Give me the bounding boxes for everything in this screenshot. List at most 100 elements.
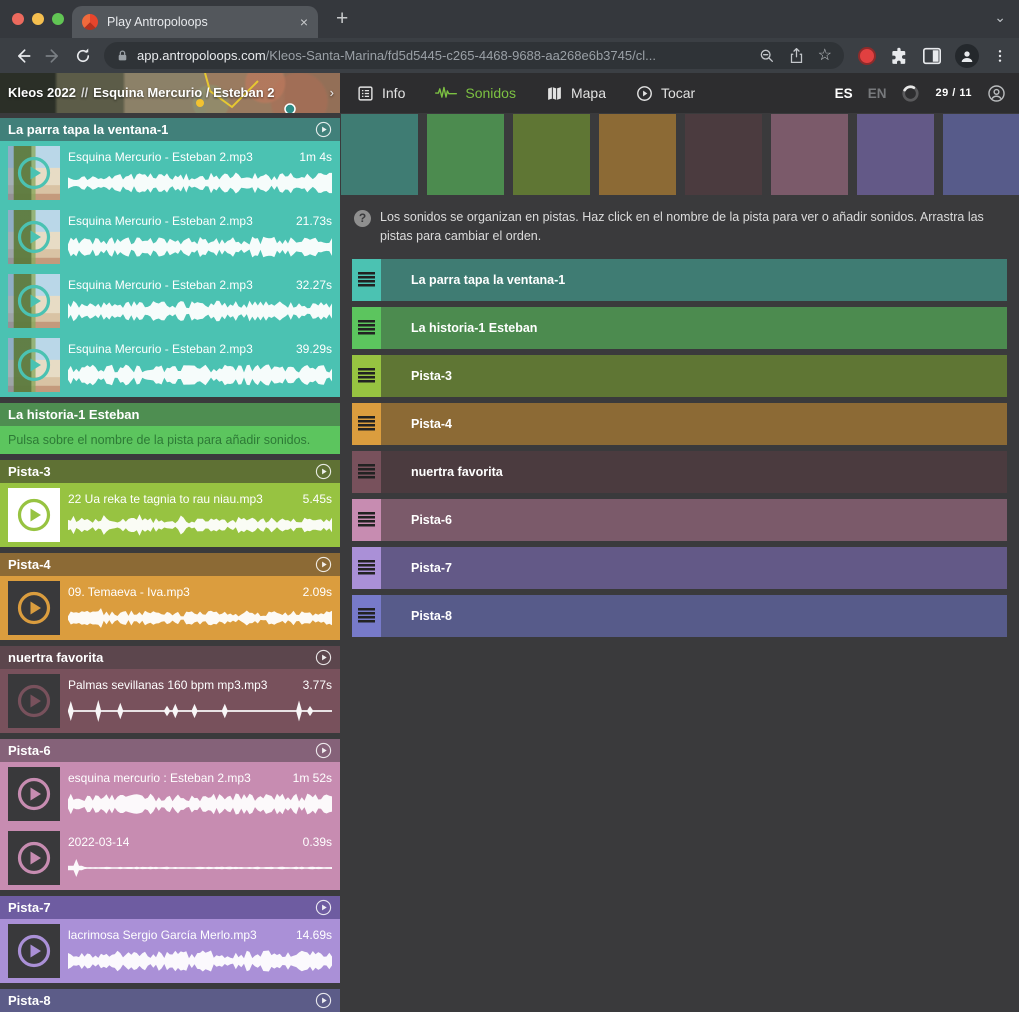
clip-thumbnail[interactable] bbox=[8, 210, 60, 264]
back-button[interactable] bbox=[8, 42, 38, 70]
track-play-icon[interactable] bbox=[315, 463, 332, 480]
clip-play-icon[interactable] bbox=[16, 776, 52, 812]
language-en-button[interactable]: EN bbox=[868, 86, 887, 101]
track-header[interactable]: Pista-7 bbox=[0, 896, 340, 919]
track-header[interactable]: Pista-3 bbox=[0, 460, 340, 483]
drag-handle[interactable] bbox=[352, 499, 381, 541]
clip-play-icon[interactable] bbox=[16, 840, 52, 876]
track-play-icon[interactable] bbox=[315, 899, 332, 916]
clip-waveform[interactable] bbox=[68, 298, 332, 324]
clip-thumbnail[interactable] bbox=[8, 831, 60, 885]
clip-play-icon[interactable] bbox=[16, 497, 52, 533]
clip-thumbnail[interactable] bbox=[8, 767, 60, 821]
track-order-row[interactable]: Pista-8 bbox=[352, 595, 1007, 637]
track-color-swatch[interactable] bbox=[513, 114, 590, 195]
drag-handle[interactable] bbox=[352, 259, 381, 301]
profile-avatar[interactable] bbox=[955, 44, 979, 68]
track-color-swatch[interactable] bbox=[771, 114, 848, 195]
track-color-swatch[interactable] bbox=[341, 114, 418, 195]
clip-waveform[interactable] bbox=[68, 512, 332, 538]
track-row-body[interactable]: Pista-7 bbox=[381, 547, 1007, 589]
clip-waveform[interactable] bbox=[68, 948, 332, 974]
side-panel-icon[interactable] bbox=[922, 47, 942, 65]
tab-sonidos[interactable]: Sonidos bbox=[435, 85, 516, 101]
close-window-button[interactable] bbox=[12, 13, 24, 25]
drag-handle[interactable] bbox=[352, 307, 381, 349]
forward-button[interactable] bbox=[38, 42, 68, 70]
track-row-body[interactable]: Pista-6 bbox=[381, 499, 1007, 541]
clip-waveform[interactable] bbox=[68, 234, 332, 260]
clip-play-icon[interactable] bbox=[16, 219, 52, 255]
track-order-row[interactable]: Pista-4 bbox=[352, 403, 1007, 445]
drag-handle[interactable] bbox=[352, 355, 381, 397]
clip-thumbnail[interactable] bbox=[8, 581, 60, 635]
audio-clip[interactable]: lacrimosa Sergio García Merlo.mp3 14.69s bbox=[0, 919, 340, 983]
clip-thumbnail[interactable] bbox=[8, 338, 60, 392]
track-header[interactable]: Pista-4 bbox=[0, 553, 340, 576]
clip-thumbnail[interactable] bbox=[8, 488, 60, 542]
zoom-icon[interactable] bbox=[759, 48, 775, 64]
new-tab-button[interactable]: + bbox=[336, 5, 348, 33]
track-color-swatch[interactable] bbox=[943, 114, 1019, 195]
track-row-body[interactable]: Pista-3 bbox=[381, 355, 1007, 397]
audio-clip[interactable]: Esquina Mercurio - Esteban 2.mp3 21.73s bbox=[0, 205, 340, 269]
clip-thumbnail[interactable] bbox=[8, 674, 60, 728]
clip-waveform[interactable] bbox=[68, 698, 332, 724]
tab-tocar[interactable]: Tocar bbox=[636, 85, 695, 102]
recording-indicator-icon[interactable] bbox=[858, 47, 876, 65]
browser-tab[interactable]: Play Antropoloops × bbox=[72, 6, 318, 38]
clip-waveform[interactable] bbox=[68, 605, 332, 631]
audio-clip[interactable]: 2022-03-14 0.39s bbox=[0, 826, 340, 890]
audio-clip[interactable]: Palmas sevillanas 160 bpm mp3.mp3 3.77s bbox=[0, 669, 340, 733]
audio-clip[interactable]: Esquina Mercurio - Esteban 2.mp3 1m 4s bbox=[0, 141, 340, 205]
track-order-row[interactable]: Pista-7 bbox=[352, 547, 1007, 589]
audio-clip[interactable]: Esquina Mercurio - Esteban 2.mp3 32.27s bbox=[0, 269, 340, 333]
bookmark-star-icon[interactable]: ☆ bbox=[818, 48, 832, 64]
tab-close-icon[interactable]: × bbox=[300, 14, 308, 30]
track-play-icon[interactable] bbox=[315, 992, 332, 1009]
reload-button[interactable] bbox=[68, 42, 98, 70]
track-header[interactable]: Pista-8 bbox=[0, 989, 340, 1012]
language-es-button[interactable]: ES bbox=[835, 86, 853, 101]
address-bar[interactable]: app.antropoloops.com/Kleos-Santa-Marina/… bbox=[104, 42, 844, 69]
track-play-icon[interactable] bbox=[315, 556, 332, 573]
extensions-puzzle-icon[interactable] bbox=[889, 46, 909, 66]
clip-play-icon[interactable] bbox=[16, 590, 52, 626]
clip-waveform[interactable] bbox=[68, 170, 332, 196]
track-order-row[interactable]: Pista-3 bbox=[352, 355, 1007, 397]
track-color-swatch[interactable] bbox=[427, 114, 504, 195]
maximize-window-button[interactable] bbox=[52, 13, 64, 25]
clip-waveform[interactable] bbox=[68, 791, 332, 817]
share-icon[interactable] bbox=[789, 47, 804, 64]
track-row-body[interactable]: Pista-8 bbox=[381, 595, 1007, 637]
track-header[interactable]: nuertra favorita bbox=[0, 646, 340, 669]
clip-waveform[interactable] bbox=[68, 362, 332, 388]
clip-play-icon[interactable] bbox=[16, 155, 52, 191]
track-row-body[interactable]: La historia-1 Esteban bbox=[381, 307, 1007, 349]
track-play-icon[interactable] bbox=[315, 649, 332, 666]
clip-thumbnail[interactable] bbox=[8, 274, 60, 328]
drag-handle[interactable] bbox=[352, 595, 381, 637]
clip-waveform[interactable] bbox=[68, 855, 332, 881]
track-header[interactable]: Pista-6 bbox=[0, 739, 340, 762]
clip-thumbnail[interactable] bbox=[8, 924, 60, 978]
track-row-body[interactable]: Pista-4 bbox=[381, 403, 1007, 445]
track-color-swatch[interactable] bbox=[857, 114, 934, 195]
tab-mapa[interactable]: Mapa bbox=[546, 85, 606, 102]
track-color-swatch[interactable] bbox=[685, 114, 762, 195]
clip-thumbnail[interactable] bbox=[8, 146, 60, 200]
tab-info[interactable]: Info bbox=[357, 85, 405, 102]
clip-play-icon[interactable] bbox=[16, 283, 52, 319]
audio-clip[interactable]: 22 Ua reka te tagnia to rau niau.mp3 5.4… bbox=[0, 483, 340, 547]
tab-search-chevron-icon[interactable]: ⌄ bbox=[994, 9, 1006, 26]
track-header[interactable]: La parra tapa la ventana-1 bbox=[0, 118, 340, 141]
minimize-window-button[interactable] bbox=[32, 13, 44, 25]
track-play-icon[interactable] bbox=[315, 121, 332, 138]
track-play-icon[interactable] bbox=[315, 742, 332, 759]
track-order-row[interactable]: Pista-6 bbox=[352, 499, 1007, 541]
track-row-body[interactable]: nuertra favorita bbox=[381, 451, 1007, 493]
track-order-row[interactable]: nuertra favorita bbox=[352, 451, 1007, 493]
audio-clip[interactable]: Esquina Mercurio - Esteban 2.mp3 39.29s bbox=[0, 333, 340, 397]
track-row-body[interactable]: La parra tapa la ventana-1 bbox=[381, 259, 1007, 301]
track-header[interactable]: La historia-1 Esteban bbox=[0, 403, 340, 426]
